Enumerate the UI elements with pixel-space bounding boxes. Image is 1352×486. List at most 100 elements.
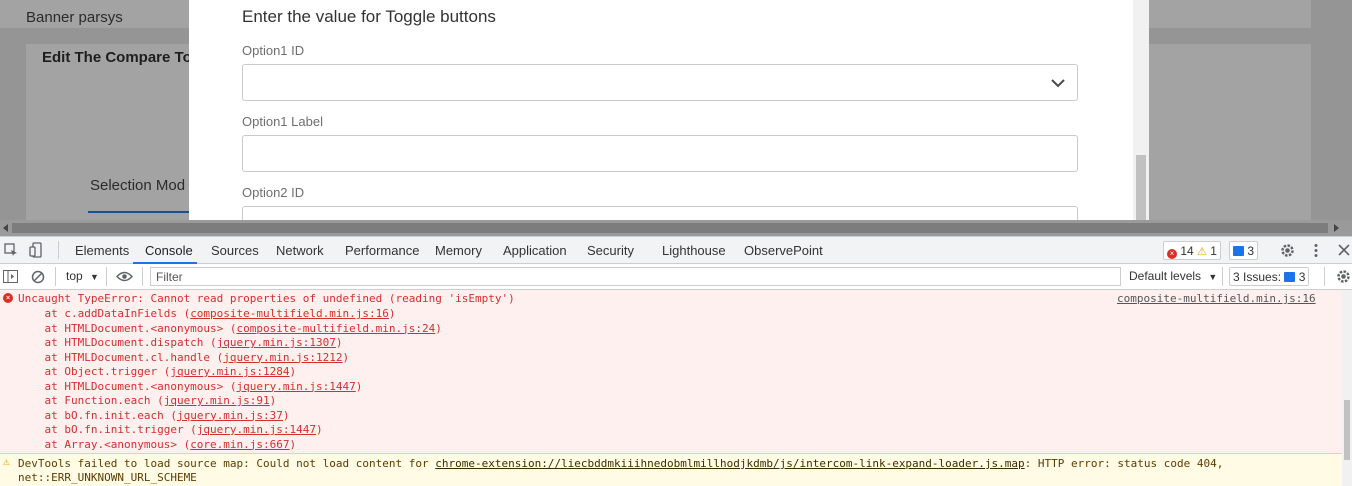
banner-label: Banner parsys bbox=[26, 9, 123, 26]
stack-frame-source-link[interactable]: jquery.min.js:1284 bbox=[170, 365, 289, 378]
tab-sources[interactable]: Sources bbox=[211, 243, 259, 258]
tab-divider bbox=[58, 241, 59, 259]
stack-frame: at Array.<anonymous> (core.min.js:667) bbox=[18, 438, 296, 452]
error-message-text[interactable]: Uncaught TypeError: Cannot read properti… bbox=[18, 292, 515, 306]
stack-frame-source-link[interactable]: jquery.min.js:91 bbox=[164, 394, 270, 407]
message-counter[interactable]: 3 bbox=[1229, 241, 1259, 260]
stack-frame-close-paren: ) bbox=[282, 408, 290, 422]
toolbar-divider bbox=[1222, 267, 1223, 286]
warning-message-line: DevTools failed to load source map: Coul… bbox=[18, 457, 1223, 471]
console-toolbar: top ▼ Filter Default levels ▼ 3 Issues: … bbox=[0, 264, 1352, 290]
clear-console-icon[interactable] bbox=[31, 270, 45, 284]
edit-panel-title: Edit The Compare To bbox=[42, 49, 192, 66]
warning-suffix: : HTTP error: status code 404, bbox=[1024, 457, 1224, 470]
issues-count: 3 bbox=[1298, 270, 1306, 284]
stack-frame-close-paren: ) bbox=[289, 437, 297, 451]
error-count: 14 bbox=[1180, 244, 1194, 258]
message-icon bbox=[1284, 272, 1296, 282]
stack-frame: at HTMLDocument.<anonymous> (jquery.min.… bbox=[18, 380, 362, 394]
warning-source-map-link[interactable]: chrome-extension://liecbddmkiiihnedobmlm… bbox=[435, 457, 1024, 470]
stack-frame: at HTMLDocument.<anonymous> (composite-m… bbox=[18, 321, 442, 336]
tab-application[interactable]: Application bbox=[503, 243, 567, 258]
stack-frame-function: at Function.each ( bbox=[18, 394, 164, 407]
console-settings-icon[interactable] bbox=[1336, 269, 1351, 284]
page-horizontal-scrollbar[interactable] bbox=[0, 220, 1352, 236]
inspect-element-icon[interactable] bbox=[4, 243, 18, 257]
stack-frame-source-link[interactable]: jquery.min.js:1447 bbox=[237, 380, 356, 393]
stack-frame: at Object.trigger (jquery.min.js:1284) bbox=[18, 365, 296, 379]
option1-id-select[interactable] bbox=[242, 64, 1078, 101]
error-icon: × bbox=[3, 293, 13, 303]
stack-frame-source-link[interactable]: core.min.js:667 bbox=[190, 438, 289, 451]
stack-frame: at HTMLDocument.cl.handle (jquery.min.js… bbox=[18, 351, 349, 365]
stack-frame-source-link[interactable]: jquery.min.js:1447 bbox=[197, 423, 316, 436]
stack-frame-source-link[interactable]: jquery.min.js:1212 bbox=[223, 351, 342, 364]
page-viewport: Banner parsys Edit The Compare To Select… bbox=[0, 0, 1352, 236]
log-levels-dropdown[interactable]: Default levels ▼ bbox=[1129, 269, 1217, 283]
scroll-right-icon[interactable] bbox=[1332, 224, 1340, 232]
tab-console[interactable]: Console bbox=[145, 243, 193, 258]
option1-id-label: Option1 ID bbox=[242, 43, 305, 58]
stack-frame-close-paren: ) bbox=[388, 307, 396, 320]
error-icon: × bbox=[1167, 249, 1177, 259]
console-warning-message: ⚠ DevTools failed to load source map: Co… bbox=[0, 454, 1342, 486]
more-options-icon[interactable] bbox=[1312, 243, 1320, 258]
stack-frame-close-paren: ) bbox=[342, 350, 350, 364]
stack-frame: at c.addDataInFields (composite-multifie… bbox=[18, 307, 396, 321]
warning-icon: ⚠ bbox=[1197, 246, 1207, 258]
warning-icon: ⚠ bbox=[3, 455, 10, 468]
devtools-tab-bar: Elements Console Sources Network Perform… bbox=[0, 236, 1352, 264]
horizontal-scrollbar-thumb[interactable] bbox=[12, 223, 1328, 233]
stack-frame-close-paren: ) bbox=[355, 379, 363, 393]
stack-frame: at bO.fn.init.each (jquery.min.js:37) bbox=[18, 408, 290, 423]
log-levels-label: Default levels bbox=[1129, 269, 1202, 283]
message-icon bbox=[1233, 246, 1244, 256]
toolbar-divider bbox=[1324, 267, 1325, 286]
warning-text: DevTools failed to load source map: Coul… bbox=[18, 457, 436, 470]
tab-security[interactable]: Security bbox=[587, 243, 634, 258]
option1-label-input[interactable] bbox=[242, 135, 1078, 172]
gear-icon[interactable] bbox=[1280, 243, 1295, 258]
stack-frame-source-link[interactable]: composite-multifield.min.js:16 bbox=[190, 307, 389, 320]
close-icon[interactable] bbox=[1338, 244, 1350, 256]
toolbar-divider bbox=[55, 267, 56, 286]
stack-frame-function: at HTMLDocument.<anonymous> ( bbox=[18, 321, 237, 335]
console-error-message: × Uncaught TypeError: Cannot read proper… bbox=[0, 290, 1342, 454]
option2-id-label: Option2 ID bbox=[242, 185, 305, 200]
stack-frame-close-paren: ) bbox=[335, 336, 343, 349]
tab-lighthouse[interactable]: Lighthouse bbox=[662, 243, 726, 258]
stack-frame-close-paren: ) bbox=[269, 394, 277, 407]
caret-down-icon: ▼ bbox=[1208, 272, 1218, 282]
selection-field-edge bbox=[88, 211, 189, 213]
error-source-link[interactable]: composite-multifield.min.js:16 bbox=[1117, 292, 1316, 306]
dialog-title: Enter the value for Toggle buttons bbox=[242, 7, 496, 26]
device-toolbar-icon[interactable] bbox=[29, 242, 43, 258]
stack-frame-source-link[interactable]: jquery.min.js:37 bbox=[177, 409, 283, 422]
tab-elements[interactable]: Elements bbox=[75, 243, 129, 258]
issue-counter[interactable]: × 14 ⚠ 1 bbox=[1163, 241, 1221, 260]
issues-label: 3 Issues: bbox=[1233, 270, 1282, 284]
stack-frame-close-paren: ) bbox=[316, 423, 323, 436]
filter-input[interactable]: Filter bbox=[150, 267, 1121, 286]
option1-label-label: Option1 Label bbox=[242, 114, 323, 129]
tab-observepoint[interactable]: ObservePoint bbox=[744, 243, 823, 258]
stack-frame-source-link[interactable]: jquery.min.js:1307 bbox=[217, 336, 336, 349]
selection-label: Selection Mod bbox=[90, 177, 186, 194]
context-selector[interactable]: top ▼ bbox=[66, 269, 99, 283]
console-scrollbar-thumb[interactable] bbox=[1344, 400, 1350, 460]
message-count: 3 bbox=[1247, 244, 1255, 258]
stack-frame-close-paren: ) bbox=[289, 365, 297, 378]
caret-down-icon: ▼ bbox=[90, 272, 99, 282]
stack-frame-source-link[interactable]: composite-multifield.min.js:24 bbox=[237, 322, 436, 335]
tab-performance[interactable]: Performance bbox=[345, 243, 419, 258]
toolbar-divider bbox=[106, 267, 107, 286]
warning-count: 1 bbox=[1210, 244, 1217, 258]
stack-frame-close-paren: ) bbox=[435, 321, 442, 335]
tab-memory[interactable]: Memory bbox=[435, 243, 482, 258]
warning-message-line2: net::ERR_UNKNOWN_URL_SCHEME bbox=[18, 471, 197, 484]
scroll-left-icon[interactable] bbox=[2, 224, 10, 232]
issues-button[interactable]: 3 Issues: 3 bbox=[1229, 267, 1310, 286]
tab-network[interactable]: Network bbox=[276, 243, 324, 258]
eye-icon[interactable] bbox=[116, 271, 133, 282]
sidebar-toggle-icon[interactable] bbox=[3, 270, 18, 283]
